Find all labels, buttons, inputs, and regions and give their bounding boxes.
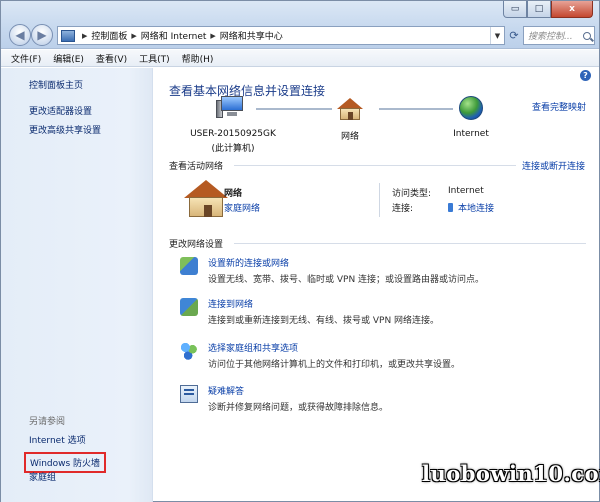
homegroup-icon xyxy=(180,342,198,360)
menu-help[interactable]: 帮助(H) xyxy=(182,52,214,65)
task-connect-network: 连接到网络 连接到或重新连接到无线、有线、拨号或 VPN 网络连接。 xyxy=(180,297,590,329)
address-dropdown-icon[interactable]: ▼ xyxy=(490,27,504,44)
homegroup-sharing-desc: 访问位于其他网络计算机上的文件和打印机，或更改共享设置。 xyxy=(208,360,461,370)
see-full-map-link[interactable]: 查看完整映射 xyxy=(532,100,586,113)
network-adapter-icon xyxy=(448,203,453,212)
connect-network-icon xyxy=(180,298,198,316)
menu-view[interactable]: 查看(V) xyxy=(96,52,127,65)
menu-bar: 文件(F) 编辑(E) 查看(V) 工具(T) 帮助(H) xyxy=(1,50,599,67)
local-connection-label: 本地连接 xyxy=(458,204,495,214)
search-icon[interactable] xyxy=(583,31,591,40)
connect-disconnect-link[interactable]: 连接或断开连接 xyxy=(522,159,585,172)
network-connection-line xyxy=(256,108,332,110)
arrow-left-icon: ◀ xyxy=(15,28,25,42)
active-networks-heading: 查看活动网络 xyxy=(169,162,224,172)
change-adapter-settings-link[interactable]: 更改适配器设置 xyxy=(29,104,92,117)
internet-node-label: Internet xyxy=(453,129,489,139)
refresh-icon[interactable]: ⟳ xyxy=(507,26,521,45)
task-troubleshoot: 疑难解答 诊断并修复网络问题，或获得故障排除信息。 xyxy=(180,384,590,416)
local-connection-link[interactable]: 本地连接 xyxy=(448,201,494,214)
divider xyxy=(379,183,380,217)
breadcrumb-network-sharing-center[interactable]: 网络和共享中心 xyxy=(220,29,283,42)
arrow-right-icon: ▶ xyxy=(37,28,47,42)
change-settings-heading: 更改网络设置 xyxy=(169,240,224,250)
search-placeholder: 搜索控制... xyxy=(528,32,573,42)
internet-globe-icon xyxy=(459,96,483,120)
menu-file[interactable]: 文件(F) xyxy=(11,52,41,65)
title-bar: ▭ □ x ◀ ▶ ▶ 控制面板 ▶ 网络和 Internet ▶ 网络和共享中… xyxy=(1,1,599,49)
breadcrumb-control-panel[interactable]: 控制面板 xyxy=(91,29,127,42)
left-pane: 控制面板主页 更改适配器设置 更改高级共享设置 另请参阅 Internet 选项… xyxy=(1,68,153,502)
troubleshoot-icon xyxy=(180,385,198,403)
divider xyxy=(234,165,516,166)
access-type-label: 访问类型: xyxy=(392,189,432,199)
task-setup-connection: 设置新的连接或网络 设置无线、宽带、拨号、临时或 VPN 连接；或设置路由器或访… xyxy=(180,256,590,288)
network-node-label: 网络 xyxy=(340,132,359,142)
access-type-value: Internet xyxy=(448,186,484,196)
breadcrumb-separator-icon[interactable]: ▶ xyxy=(82,32,87,40)
network-house-icon xyxy=(184,180,228,218)
breadcrumb-separator-icon[interactable]: ▶ xyxy=(210,32,215,40)
minimize-button[interactable]: ▭ xyxy=(503,1,527,18)
help-icon[interactable]: ? xyxy=(580,70,591,81)
this-computer-label: (此计算机) xyxy=(211,144,255,154)
close-button[interactable]: x xyxy=(551,1,593,18)
task-homegroup: 选择家庭组和共享选项 访问位于其他网络计算机上的文件和打印机，或更改共享设置。 xyxy=(180,341,590,373)
setup-connection-link[interactable]: 设置新的连接或网络 xyxy=(208,256,289,269)
computer-name: USER-20150925GK xyxy=(190,129,276,139)
change-advanced-sharing-link[interactable]: 更改高级共享设置 xyxy=(29,123,101,136)
address-bar[interactable]: ▶ 控制面板 ▶ 网络和 Internet ▶ 网络和共享中心 ▼ xyxy=(57,26,505,45)
page-title: 查看基本网络信息并设置连接 xyxy=(169,84,326,98)
troubleshoot-link[interactable]: 疑难解答 xyxy=(208,384,244,397)
internet-connection-line xyxy=(379,108,453,110)
network-type-link[interactable]: 家庭网络 xyxy=(224,201,260,214)
divider xyxy=(234,243,586,244)
see-also-label: 另请参阅 xyxy=(29,417,66,427)
breadcrumb-network-internet[interactable]: 网络和 Internet xyxy=(141,29,207,42)
homegroup-link[interactable]: 家庭组 xyxy=(29,470,56,483)
setup-connection-icon xyxy=(180,257,198,275)
home-network-icon xyxy=(337,98,363,120)
search-input[interactable]: 搜索控制... xyxy=(523,26,595,45)
internet-options-link[interactable]: Internet 选项 xyxy=(29,433,86,446)
control-panel-icon xyxy=(61,29,75,42)
window-controls: ▭ □ x xyxy=(503,1,593,19)
control-panel-home-link[interactable]: 控制面板主页 xyxy=(29,78,83,91)
homegroup-sharing-link[interactable]: 选择家庭组和共享选项 xyxy=(208,341,298,354)
setup-connection-desc: 设置无线、宽带、拨号、临时或 VPN 连接；或设置路由器或访问点。 xyxy=(208,275,485,285)
computer-icon xyxy=(216,96,244,120)
network-sharing-center-window: ▭ □ x ◀ ▶ ▶ 控制面板 ▶ 网络和 Internet ▶ 网络和共享中… xyxy=(0,0,600,502)
forward-button[interactable]: ▶ xyxy=(31,24,53,46)
connection-label: 连接: xyxy=(392,204,414,214)
breadcrumb-separator-icon[interactable]: ▶ xyxy=(131,32,136,40)
connect-network-link[interactable]: 连接到网络 xyxy=(208,297,253,310)
back-button[interactable]: ◀ xyxy=(9,24,31,46)
menu-edit[interactable]: 编辑(E) xyxy=(53,52,84,65)
connect-network-desc: 连接到或重新连接到无线、有线、拨号或 VPN 网络连接。 xyxy=(208,316,440,326)
troubleshoot-desc: 诊断并修复网络问题，或获得故障排除信息。 xyxy=(208,403,389,413)
menu-tools[interactable]: 工具(T) xyxy=(139,52,170,65)
active-network-name: 网络 xyxy=(224,189,243,199)
site-watermark: luobowin10.com xyxy=(422,461,600,486)
maximize-button[interactable]: □ xyxy=(527,1,551,18)
main-pane: ? 查看基本网络信息并设置连接 查看完整映射 USER-20150925GK (… xyxy=(154,68,599,502)
